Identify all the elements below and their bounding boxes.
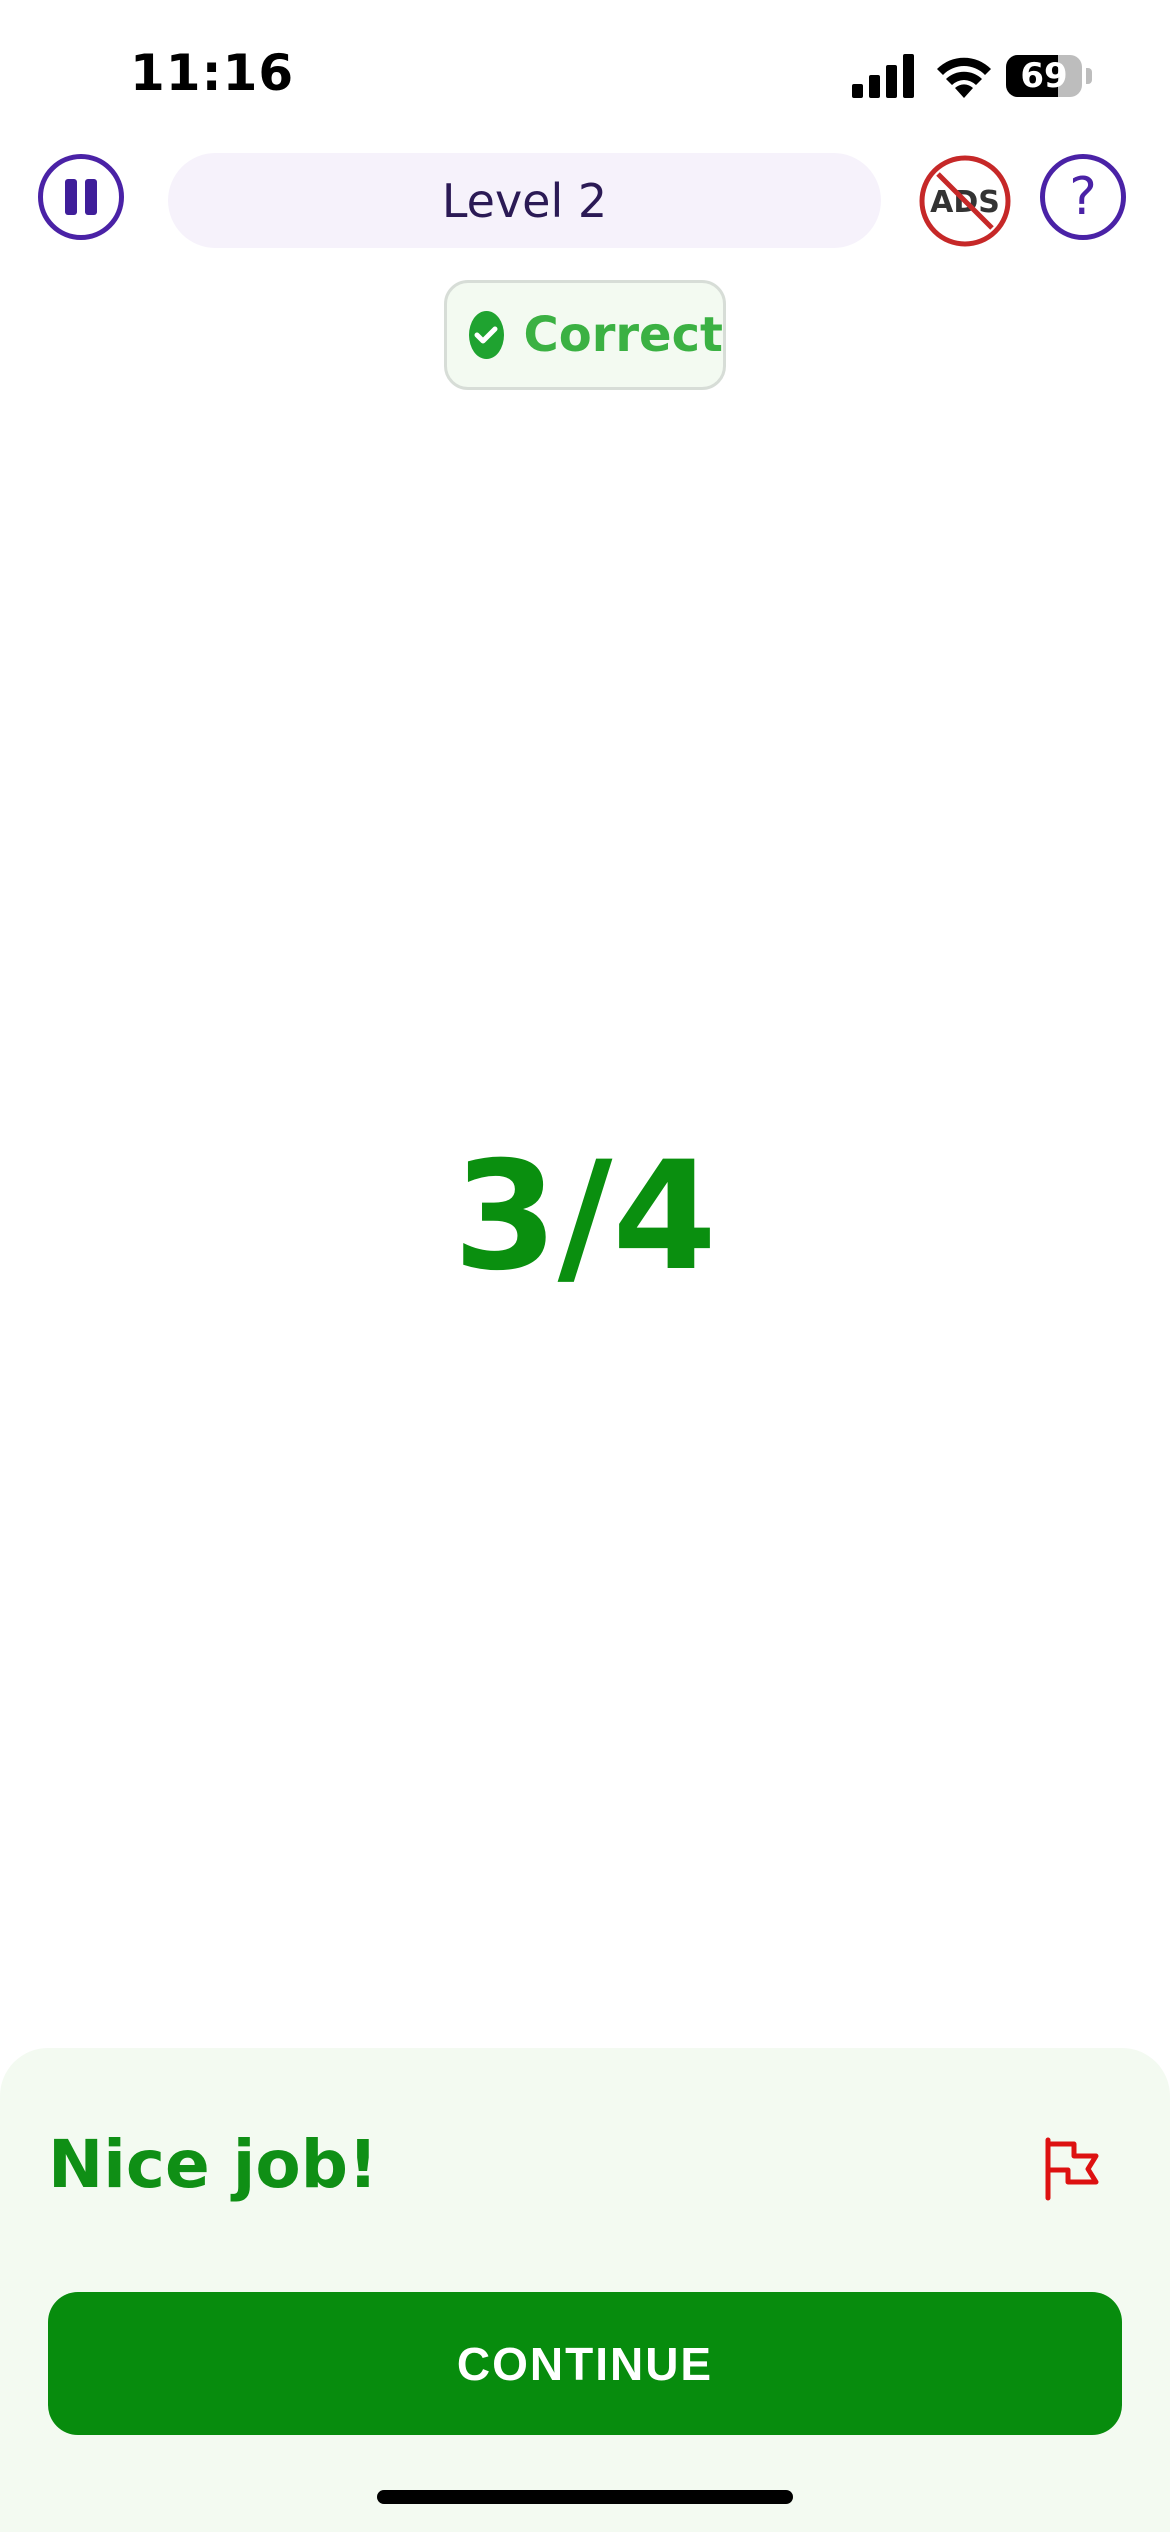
pause-icon	[61, 179, 101, 215]
battery-level: 69	[1020, 56, 1068, 96]
answer-value: 3/4	[453, 1130, 717, 1304]
pause-button[interactable]	[38, 154, 124, 240]
level-label: Level 2	[441, 173, 608, 228]
continue-label: CONTINUE	[456, 2337, 714, 2390]
home-indicator[interactable]	[377, 2490, 793, 2504]
battery-icon: 69	[1006, 55, 1092, 99]
feedback-message: Nice job!	[48, 2126, 379, 2203]
correct-label: Correct	[523, 307, 724, 363]
feedback-sheet	[0, 2048, 1170, 2532]
status-time: 11:16	[130, 44, 295, 102]
checkmark-icon	[469, 311, 504, 359]
no-ads-button[interactable]: ADS	[918, 154, 1012, 248]
wifi-icon	[937, 57, 991, 98]
flag-icon[interactable]	[1040, 2136, 1106, 2202]
help-icon: ?	[1069, 167, 1097, 227]
continue-button[interactable]: CONTINUE	[48, 2292, 1122, 2435]
help-button[interactable]: ?	[1040, 154, 1126, 240]
correct-badge: Correct	[444, 280, 726, 390]
level-indicator: Level 2	[168, 153, 881, 248]
cellular-signal-icon	[852, 54, 914, 98]
